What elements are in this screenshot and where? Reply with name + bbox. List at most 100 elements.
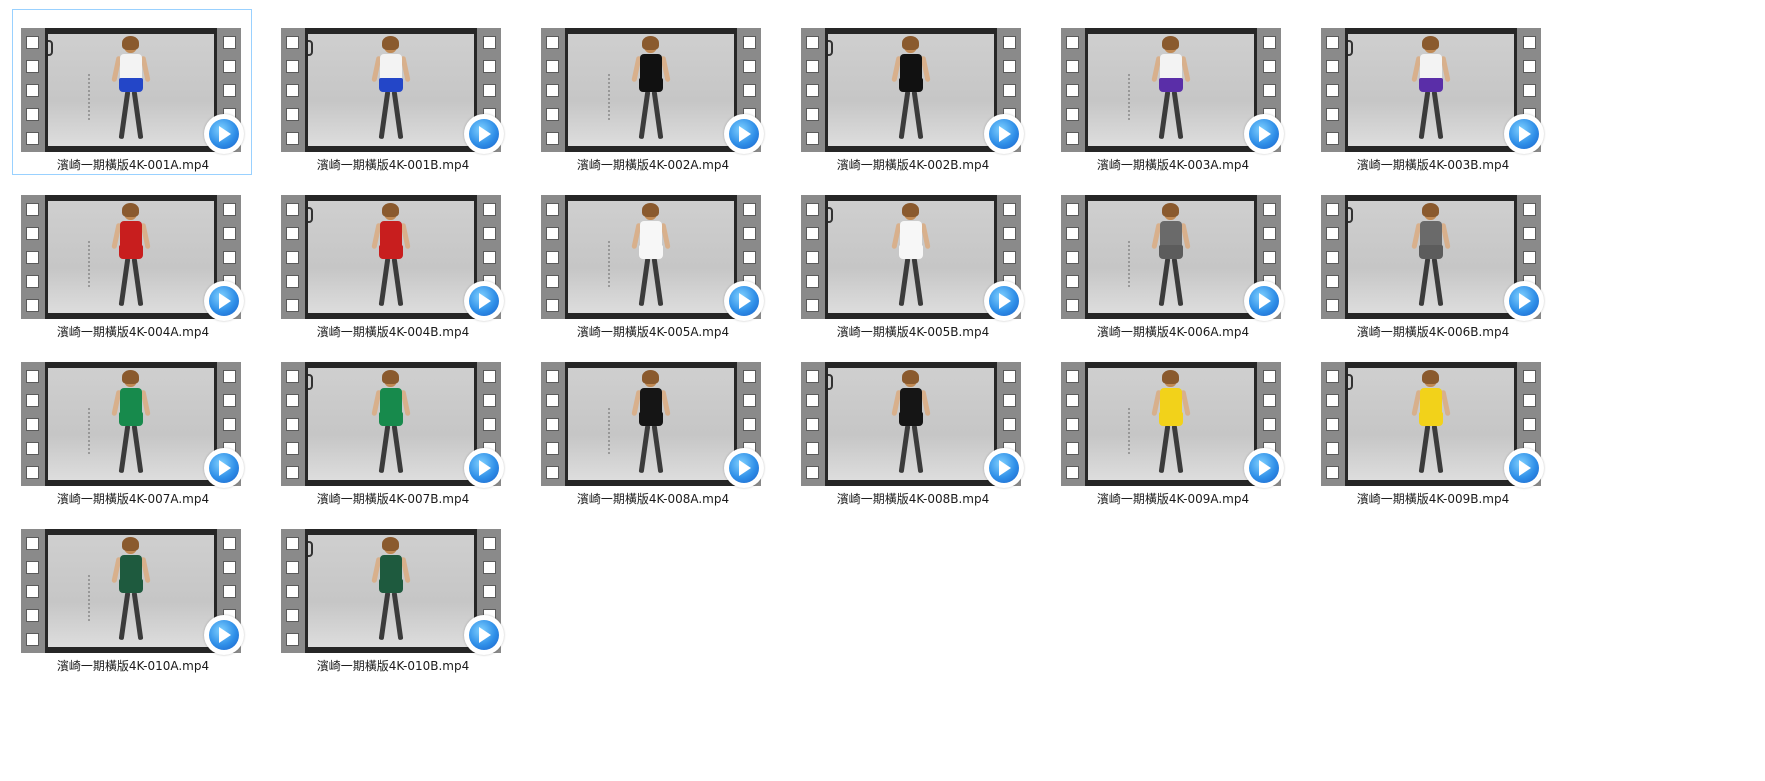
file-item[interactable]: 濱崎一期橫版4K-006B.mp4 bbox=[1312, 176, 1552, 342]
film-perforation bbox=[26, 561, 39, 574]
video-still bbox=[48, 368, 214, 480]
file-item[interactable]: 濱崎一期橫版4K-001B.mp4 bbox=[272, 9, 512, 175]
video-thumbnail[interactable] bbox=[1061, 195, 1284, 321]
watermark-logo bbox=[308, 374, 313, 390]
file-item[interactable]: 濱崎一期橫版4K-003A.mp4 bbox=[1052, 9, 1292, 175]
dancer-leg bbox=[391, 591, 404, 641]
film-perforation bbox=[1066, 370, 1079, 383]
video-thumbnail[interactable] bbox=[541, 28, 764, 154]
video-thumbnail[interactable] bbox=[1061, 362, 1284, 488]
file-item[interactable]: 濱崎一期橫版4K-009B.mp4 bbox=[1312, 343, 1552, 509]
film-perforation bbox=[483, 203, 496, 216]
video-thumbnail[interactable] bbox=[281, 195, 504, 321]
film-perforation bbox=[1523, 203, 1536, 216]
video-thumbnail[interactable] bbox=[541, 362, 764, 488]
film-perforation bbox=[286, 370, 299, 383]
film-perforation bbox=[223, 36, 236, 49]
file-name-label: 濱崎一期橫版4K-003B.mp4 bbox=[1356, 158, 1510, 172]
video-still bbox=[1348, 201, 1514, 313]
film-perforation bbox=[26, 394, 39, 407]
dancer-leg bbox=[911, 424, 924, 474]
video-still bbox=[568, 34, 734, 146]
watermark-logo bbox=[828, 40, 833, 56]
film-perforation bbox=[1003, 36, 1016, 49]
film-perforation bbox=[1326, 275, 1339, 288]
file-name-label: 濱崎一期橫版4K-009B.mp4 bbox=[1356, 492, 1510, 506]
file-item[interactable]: 濱崎一期橫版4K-002A.mp4 bbox=[532, 9, 772, 175]
video-thumbnail[interactable] bbox=[1321, 28, 1544, 154]
video-thumbnail[interactable] bbox=[541, 195, 764, 321]
video-thumbnail[interactable] bbox=[801, 28, 1024, 154]
file-item[interactable]: 濱崎一期橫版4K-010A.mp4 bbox=[12, 510, 252, 676]
film-perforation bbox=[743, 60, 756, 73]
video-player-icon bbox=[1504, 281, 1544, 321]
video-thumbnail[interactable] bbox=[1061, 28, 1284, 154]
video-player-icon bbox=[724, 448, 764, 488]
video-thumbnail[interactable] bbox=[21, 362, 244, 488]
video-frame bbox=[565, 362, 737, 486]
file-item[interactable]: 濱崎一期橫版4K-006A.mp4 bbox=[1052, 176, 1292, 342]
file-item[interactable]: 濱崎一期橫版4K-002B.mp4 bbox=[792, 9, 1032, 175]
film-perforation bbox=[743, 203, 756, 216]
file-item[interactable]: 濱崎一期橫版4K-009A.mp4 bbox=[1052, 343, 1292, 509]
file-name-label: 濱崎一期橫版4K-005B.mp4 bbox=[836, 325, 990, 339]
video-thumbnail[interactable] bbox=[281, 362, 504, 488]
video-still bbox=[1348, 34, 1514, 146]
film-perforation bbox=[1066, 466, 1079, 479]
film-perforation bbox=[546, 299, 559, 312]
file-name-label: 濱崎一期橫版4K-009A.mp4 bbox=[1096, 492, 1250, 506]
film-perforation bbox=[1263, 251, 1276, 264]
video-still bbox=[1088, 34, 1254, 146]
file-item[interactable]: 濱崎一期橫版4K-001A.mp4 bbox=[12, 9, 252, 175]
dancer-leg bbox=[651, 257, 664, 307]
file-item[interactable]: 濱崎一期橫版4K-004A.mp4 bbox=[12, 176, 252, 342]
dancer-leg bbox=[378, 90, 391, 140]
video-thumbnail[interactable] bbox=[801, 195, 1024, 321]
dancer-leg bbox=[1431, 90, 1444, 140]
film-perforation bbox=[1066, 251, 1079, 264]
video-thumbnail[interactable] bbox=[281, 529, 504, 655]
dancer-leg bbox=[378, 257, 391, 307]
file-item[interactable]: 濱崎一期橫版4K-010B.mp4 bbox=[272, 510, 512, 676]
file-item[interactable]: 濱崎一期橫版4K-005B.mp4 bbox=[792, 176, 1032, 342]
video-thumbnail[interactable] bbox=[21, 529, 244, 655]
dancer-leg bbox=[911, 90, 924, 140]
dancer-hair bbox=[902, 203, 919, 217]
film-perforation bbox=[1003, 227, 1016, 240]
dancer-leg bbox=[638, 90, 651, 140]
video-thumbnail[interactable] bbox=[1321, 362, 1544, 488]
file-name-label: 濱崎一期橫版4K-006A.mp4 bbox=[1096, 325, 1250, 339]
dancer-hair bbox=[1422, 203, 1439, 217]
file-name-label: 濱崎一期橫版4K-002B.mp4 bbox=[836, 158, 990, 172]
dancer-skirt bbox=[1159, 78, 1183, 92]
file-item[interactable]: 濱崎一期橫版4K-008B.mp4 bbox=[792, 343, 1032, 509]
video-thumbnail[interactable] bbox=[21, 28, 244, 154]
video-thumbnail[interactable] bbox=[1321, 195, 1544, 321]
file-item[interactable]: 濱崎一期橫版4K-005A.mp4 bbox=[532, 176, 772, 342]
video-player-icon bbox=[204, 448, 244, 488]
film-perforation bbox=[483, 84, 496, 97]
film-perforation bbox=[1263, 36, 1276, 49]
video-still bbox=[828, 34, 994, 146]
file-item[interactable]: 濱崎一期橫版4K-003B.mp4 bbox=[1312, 9, 1552, 175]
file-item[interactable]: 濱崎一期橫版4K-007A.mp4 bbox=[12, 343, 252, 509]
dancer-top bbox=[1420, 221, 1442, 247]
film-perforation bbox=[1066, 418, 1079, 431]
video-thumbnail[interactable] bbox=[281, 28, 504, 154]
film-perforation bbox=[1523, 370, 1536, 383]
film-perforation bbox=[223, 251, 236, 264]
vertical-caption bbox=[88, 575, 90, 623]
dancer-leg bbox=[1171, 90, 1184, 140]
file-name-label: 濱崎一期橫版4K-004A.mp4 bbox=[56, 325, 210, 339]
film-perforation bbox=[286, 633, 299, 646]
dancer-figure bbox=[1401, 34, 1461, 146]
video-thumbnail[interactable] bbox=[801, 362, 1024, 488]
dancer-hair bbox=[382, 537, 399, 551]
dancer-leg bbox=[638, 257, 651, 307]
film-perforation bbox=[743, 227, 756, 240]
play-arrow-icon bbox=[1259, 460, 1271, 476]
file-item[interactable]: 濱崎一期橫版4K-007B.mp4 bbox=[272, 343, 512, 509]
file-item[interactable]: 濱崎一期橫版4K-004B.mp4 bbox=[272, 176, 512, 342]
file-item[interactable]: 濱崎一期橫版4K-008A.mp4 bbox=[532, 343, 772, 509]
video-thumbnail[interactable] bbox=[21, 195, 244, 321]
